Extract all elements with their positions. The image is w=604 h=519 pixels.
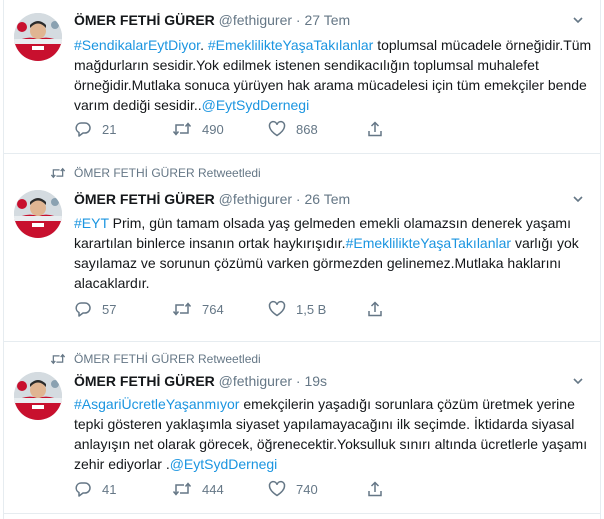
chevron-down-icon[interactable] [572,14,584,26]
tweet-actions: 21 490 868 [74,120,394,138]
mention-link[interactable]: @EytSydDernegi [170,456,278,472]
reply-count: 21 [102,121,117,137]
tweet-text: #EYT Prim, gün tamam olsada yaş gelmeden… [74,213,594,293]
tweet-actions: 57 764 1,5 B [74,300,394,318]
retweet-icon [50,167,66,179]
retweeted-by-label[interactable]: ÖMER FETHİ GÜRER Retweetledi [74,352,261,366]
author-name[interactable]: ÖMER FETHİ GÜRER [74,12,215,28]
retweet-button[interactable]: 444 [172,480,268,498]
retweet-context: ÖMER FETHİ GÜRER Retweetledi [50,352,261,366]
chevron-down-icon[interactable] [572,193,584,205]
retweet-icon [172,482,192,496]
separator-dot: · [295,191,301,207]
like-count: 1,5 B [296,301,327,317]
separator-dot: · [295,12,301,28]
avatar[interactable] [14,190,62,238]
chevron-down-icon[interactable] [572,375,584,387]
author-handle[interactable]: @fethigurer [219,373,292,389]
hashtag-link[interactable]: #EmeklilikteYaşaTakılanlar [346,235,511,251]
author-handle[interactable]: @fethigurer [219,12,292,28]
retweet-count: 490 [202,121,224,137]
reply-count: 57 [102,301,117,317]
reply-icon [75,302,91,317]
hashtag-link[interactable]: #EmeklilikteYaşaTakılanlar [208,37,373,53]
retweet-icon [172,122,192,136]
retweet-icon [172,302,192,316]
tweet-timestamp[interactable]: 27 Tem [304,12,350,28]
author-name[interactable]: ÖMER FETHİ GÜRER [74,191,215,207]
avatar[interactable] [14,372,62,420]
heart-icon [268,480,286,497]
like-count: 740 [296,481,318,497]
share-icon [368,121,382,137]
hashtag-link[interactable]: #SendikalarEytDiyor [74,37,200,53]
tweet-actions: 41 444 740 [74,480,394,498]
heart-icon [268,120,286,137]
like-button[interactable]: 1,5 B [268,300,366,318]
tweet-text: #SendikalarEytDiyor. #EmeklilikteYaşaTak… [74,35,594,115]
reply-icon [75,482,91,497]
retweet-count: 444 [202,481,224,497]
reply-button[interactable]: 21 [74,120,172,138]
author-name[interactable]: ÖMER FETHİ GÜRER [74,373,215,389]
reply-icon [75,122,91,137]
mention-link[interactable]: @EytSydDernegi [202,97,310,113]
tweet-timestamp[interactable]: 19s [304,373,327,389]
like-count: 868 [296,121,318,137]
share-icon [368,481,382,497]
retweet-button[interactable]: 490 [172,120,268,138]
avatar[interactable] [14,13,62,61]
reply-count: 41 [102,481,117,497]
tweet-timestamp[interactable]: 26 Tem [304,191,350,207]
like-button[interactable]: 740 [268,480,366,498]
heart-icon [268,300,286,317]
author-handle[interactable]: @fethigurer [219,191,292,207]
tweet-header: ÖMER FETHİ GÜRER @fethigurer · 27 Tem [74,12,350,28]
tweet-text: #AsgariÜcretleYaşanmıyor emekçilerin yaş… [74,394,594,474]
tweet-header: ÖMER FETHİ GÜRER @fethigurer · 19s [74,373,327,389]
hashtag-link[interactable]: #EYT [74,215,109,231]
tweet-1[interactable]: ÖMER FETHİ GÜRER @fethigurer · 27 Tem #S… [4,0,600,154]
reply-button[interactable]: 41 [74,480,172,498]
retweet-count: 764 [202,301,224,317]
hashtag-link[interactable]: #AsgariÜcretleYaşanmıyor [74,396,239,412]
share-icon [368,301,382,317]
share-button[interactable] [366,300,394,318]
share-button[interactable] [366,120,394,138]
timeline-right-border [600,0,601,519]
tweet-2[interactable]: ÖMER FETHİ GÜRER Retweetledi ÖMER FETHİ … [4,154,600,342]
retweeted-by-label[interactable]: ÖMER FETHİ GÜRER Retweetledi [74,166,261,180]
tweet-3[interactable]: ÖMER FETHİ GÜRER Retweetledi ÖMER FETHİ … [4,342,600,514]
text-segment: . [200,37,208,53]
retweet-context: ÖMER FETHİ GÜRER Retweetledi [50,166,261,180]
retweet-button[interactable]: 764 [172,300,268,318]
share-button[interactable] [366,480,394,498]
retweet-icon [50,353,66,365]
separator-dot: · [295,373,301,389]
reply-button[interactable]: 57 [74,300,172,318]
tweet-header: ÖMER FETHİ GÜRER @fethigurer · 26 Tem [74,191,350,207]
like-button[interactable]: 868 [268,120,366,138]
